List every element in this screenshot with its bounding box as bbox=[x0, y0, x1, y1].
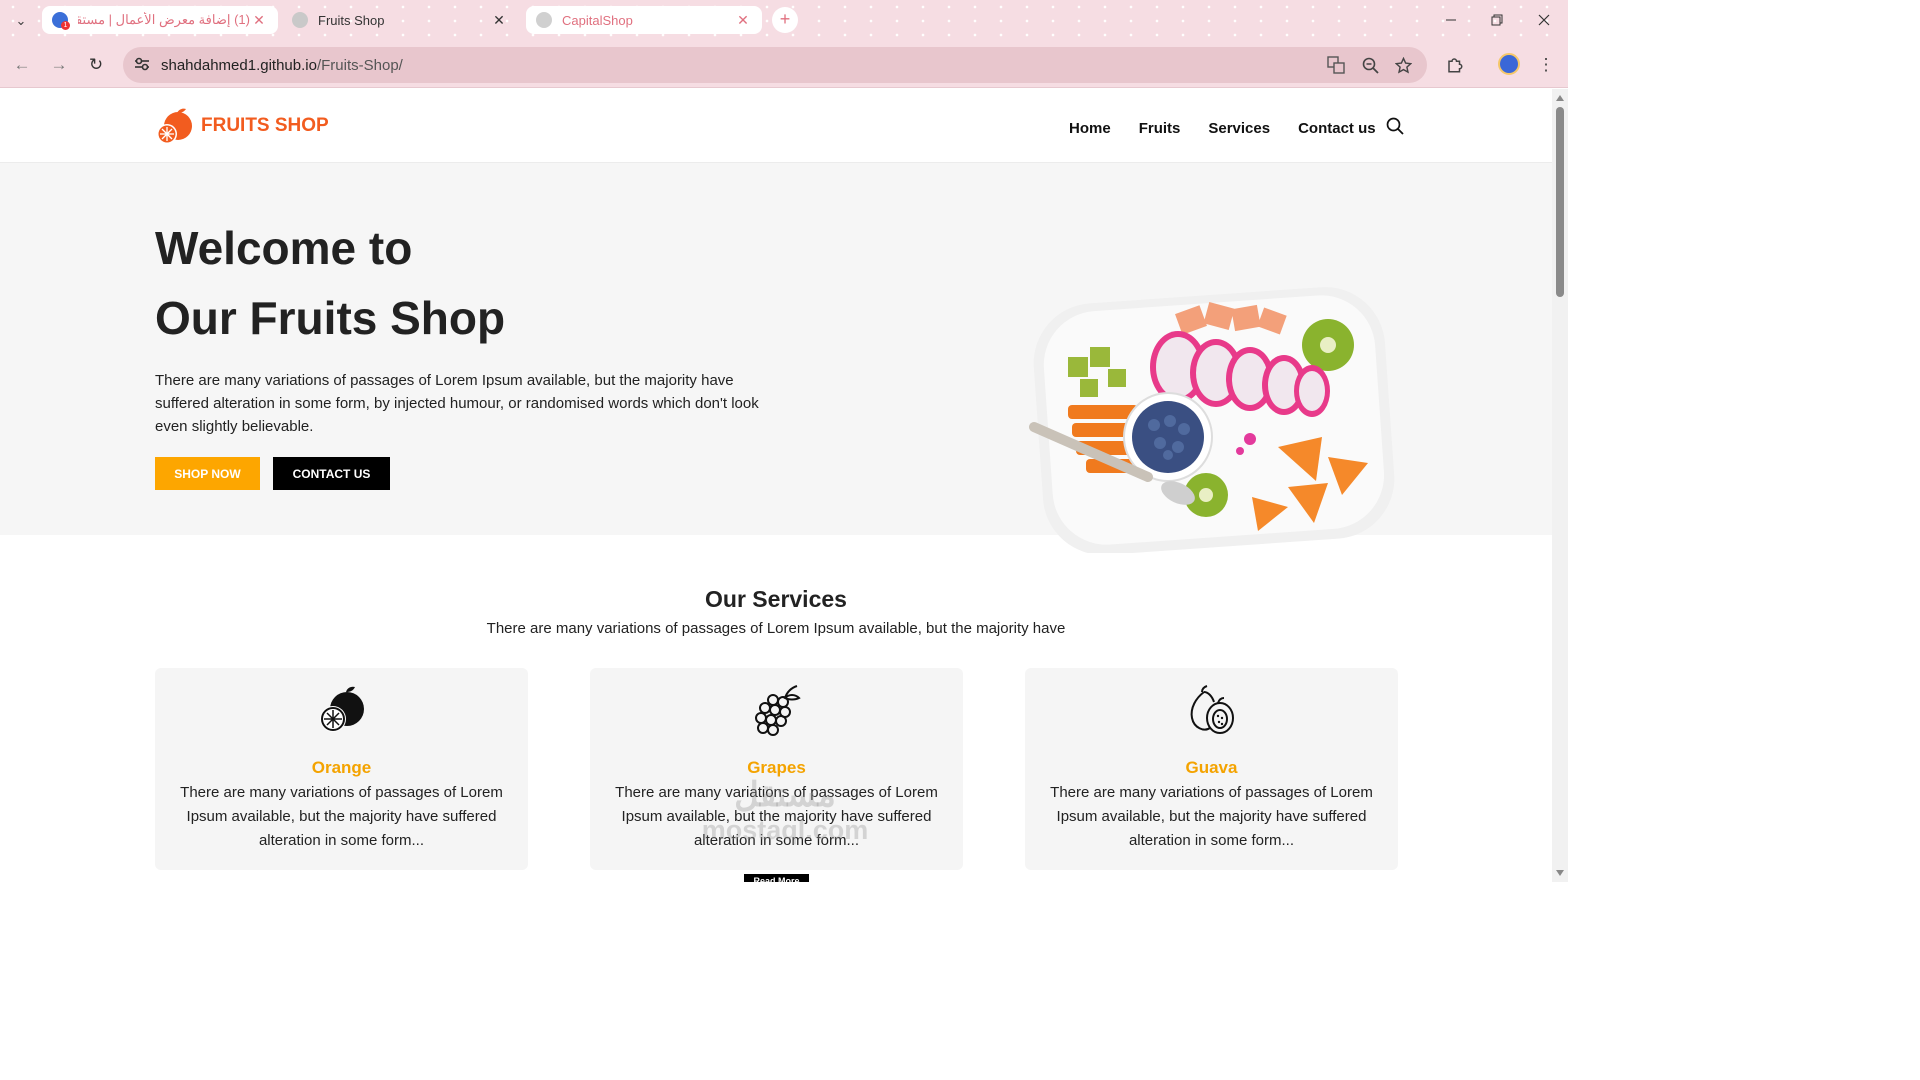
card-title: Orange bbox=[311, 758, 372, 777]
site-header: FRUITS SHOP Home Fruits Services Contact… bbox=[0, 89, 1552, 163]
translate-icon[interactable] bbox=[1324, 53, 1348, 77]
watermark-arabic: مستقل bbox=[734, 776, 836, 814]
grapes-icon bbox=[754, 685, 801, 736]
browser-toolbar: ← → ↻ shahdahmed1.github.io/Fruits-Shop/… bbox=[0, 42, 1568, 88]
services-title: Our Services bbox=[705, 586, 847, 612]
brand-name: FRUITS SHOP bbox=[201, 115, 329, 136]
scroll-down-arrow-icon[interactable] bbox=[1556, 870, 1564, 876]
back-arrow-icon[interactable]: ← bbox=[9, 52, 35, 78]
hero-description: There are many variations of passages of… bbox=[155, 372, 759, 435]
close-tab-icon[interactable]: ✕ bbox=[250, 12, 268, 29]
close-window-icon[interactable] bbox=[1521, 0, 1567, 40]
url-host: shahdahmed1.github.io bbox=[161, 56, 317, 74]
globe-favicon-icon bbox=[292, 12, 308, 28]
browser-tab-capitalshop[interactable]: CapitalShop ✕ bbox=[526, 6, 762, 34]
web-page: FRUITS SHOP Home Fruits Services Contact… bbox=[0, 89, 1552, 882]
search-icon[interactable] bbox=[1386, 117, 1404, 140]
contact-us-button[interactable]: CONTACT US bbox=[273, 457, 390, 490]
tab-search-chevron-icon[interactable]: ⌄ bbox=[8, 8, 34, 34]
services-subtitle: There are many variations of passages of… bbox=[486, 620, 1066, 637]
orange-icon bbox=[319, 686, 364, 732]
card-text: There are many variations of passages of… bbox=[180, 784, 503, 849]
main-nav: Home Fruits Services Contact us bbox=[1069, 117, 1404, 140]
nav-fruits[interactable]: Fruits bbox=[1139, 120, 1181, 137]
hero-title-line-2: Our Fruits Shop bbox=[155, 292, 506, 344]
browser-menu-icon[interactable]: ⋮ bbox=[1533, 52, 1559, 78]
scroll-thumb[interactable] bbox=[1556, 107, 1564, 297]
url-text: shahdahmed1.github.io/Fruits-Shop/ bbox=[161, 57, 403, 74]
extensions-puzzle-icon[interactable] bbox=[1442, 52, 1468, 78]
browser-tab-mostaql[interactable]: (1) إضافة معرض الأعمال | مستقل ✕ bbox=[42, 6, 278, 34]
zoom-out-icon[interactable] bbox=[1358, 53, 1382, 77]
read-more-button[interactable]: Read More bbox=[744, 874, 809, 882]
guava-icon bbox=[1190, 685, 1234, 734]
address-bar[interactable]: shahdahmed1.github.io/Fruits-Shop/ bbox=[123, 47, 1427, 83]
nav-contact-us[interactable]: Contact us bbox=[1298, 120, 1376, 137]
browser-tab-strip: ⌄ (1) إضافة معرض الأعمال | مستقل ✕ Fruit… bbox=[0, 0, 1568, 42]
service-card-orange: Orange There are many variations of pass… bbox=[155, 668, 528, 870]
nav-home[interactable]: Home bbox=[1069, 120, 1111, 137]
reload-icon[interactable]: ↻ bbox=[83, 52, 109, 78]
profile-avatar[interactable] bbox=[1498, 53, 1520, 75]
hero-section: Welcome to Our Fruits Shop There are man… bbox=[0, 163, 1552, 553]
url-path: /Fruits-Shop/ bbox=[316, 56, 403, 74]
restore-window-icon[interactable] bbox=[1474, 0, 1520, 40]
card-text: There are many variations of passages of… bbox=[1050, 784, 1373, 849]
fruit-plate-image bbox=[1029, 287, 1395, 553]
mostaql-watermark: مستقل mostaql.com bbox=[690, 775, 880, 845]
watermark-latin: mostaql.com bbox=[701, 815, 869, 845]
tab-title: CapitalShop bbox=[562, 12, 633, 28]
service-card-guava: Guava There are many variations of passa… bbox=[1025, 668, 1398, 870]
card-title: Guava bbox=[1185, 758, 1238, 777]
tab-title: Fruits Shop bbox=[318, 12, 385, 28]
tab-title: (1) إضافة معرض الأعمال | مستقل bbox=[78, 12, 250, 27]
mostaql-favicon-icon bbox=[52, 12, 70, 30]
orange-logo-icon bbox=[157, 108, 192, 144]
close-tab-icon[interactable]: ✕ bbox=[734, 12, 752, 29]
site-info-icon[interactable] bbox=[132, 57, 152, 74]
site-logo[interactable]: FRUITS SHOP bbox=[155, 107, 329, 145]
shop-now-button[interactable]: SHOP NOW bbox=[155, 457, 260, 490]
nav-services[interactable]: Services bbox=[1208, 120, 1270, 137]
globe-favicon-icon bbox=[536, 12, 552, 28]
forward-arrow-icon[interactable]: → bbox=[46, 52, 72, 78]
hero-title-line-1: Welcome to bbox=[155, 222, 413, 274]
page-scrollbar[interactable] bbox=[1552, 89, 1568, 882]
new-tab-button[interactable]: + bbox=[772, 7, 798, 33]
bookmark-star-icon[interactable] bbox=[1391, 53, 1415, 77]
minimize-window-icon[interactable] bbox=[1428, 0, 1474, 40]
scroll-up-arrow-icon[interactable] bbox=[1556, 95, 1564, 101]
browser-tab-fruits-shop[interactable]: Fruits Shop ✕ bbox=[282, 6, 518, 34]
close-tab-icon[interactable]: ✕ bbox=[490, 12, 508, 29]
